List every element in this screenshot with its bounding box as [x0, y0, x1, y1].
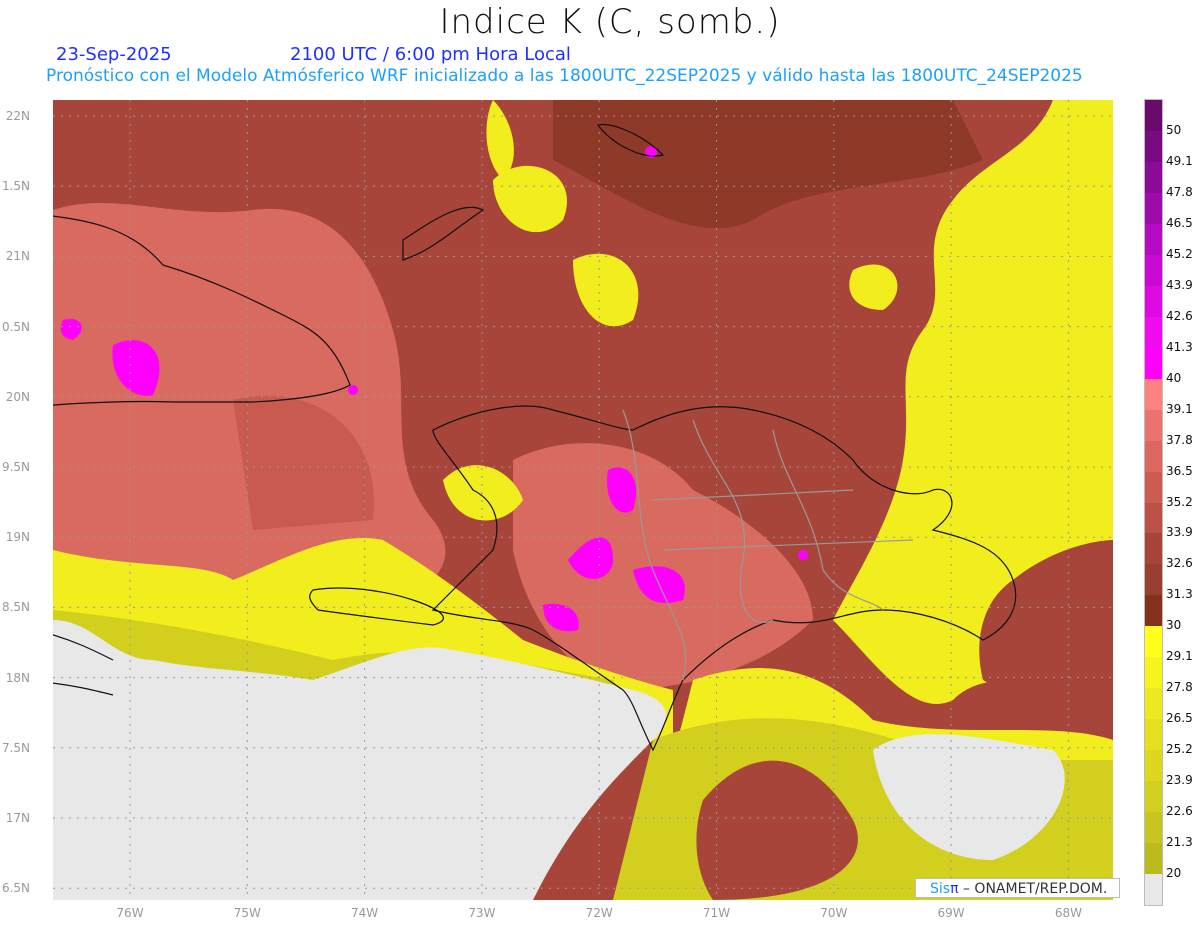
colorbar-frame: [1144, 99, 1163, 906]
brand-sis: Sis: [930, 881, 951, 897]
k-index-map: [53, 100, 1113, 900]
colorbar-label: 40: [1166, 370, 1182, 385]
lat-label: 21N: [5, 249, 30, 264]
colorbar-label: 26.5: [1166, 711, 1193, 726]
colorbar-label: 29.1: [1166, 649, 1193, 664]
lon-label: 75W: [233, 906, 261, 920]
lat-label: 8.5N: [1, 600, 30, 615]
lon-label: 74W: [351, 906, 379, 920]
colorbar-label: 41.3: [1166, 339, 1193, 354]
colorbar-label: 39.1: [1166, 401, 1193, 416]
colorbar-label: 46.5: [1166, 215, 1193, 230]
lon-label: 69W: [937, 906, 965, 920]
lon-label: 76W: [116, 906, 144, 920]
colorbar-label: 35.2: [1166, 494, 1193, 509]
lat-label: 7.5N: [1, 740, 30, 755]
colorbar-label: 49.1: [1166, 153, 1193, 168]
colorbar-label: 45.2: [1166, 246, 1193, 261]
colorbar-label: 21.3: [1166, 835, 1193, 850]
colorbar-label: 33.9: [1166, 525, 1193, 540]
colorbar-label: 50: [1166, 122, 1182, 137]
colorbar-label: 42.6: [1166, 308, 1193, 323]
lat-label: 0.5N: [1, 319, 30, 334]
model-info: Pronóstico con el Modelo Atmósferico WRF…: [46, 66, 1083, 86]
colorbar-label: 23.9: [1166, 773, 1193, 788]
colorbar-label: 32.6: [1166, 556, 1193, 571]
forecast-time: 2100 UTC / 6:00 pm Hora Local: [290, 44, 571, 65]
colorbar-label: 43.9: [1166, 277, 1193, 292]
lat-label: 18N: [5, 670, 30, 685]
lat-label: 17N: [5, 811, 30, 825]
lat-label: 6.5N: [1, 881, 30, 896]
colorbar-label: 30: [1166, 618, 1182, 633]
lat-label: 22N: [5, 109, 30, 123]
colorbar-label: 36.5: [1166, 463, 1193, 478]
map-title: Indice K (C, somb.): [439, 2, 781, 42]
lat-label: 19N: [5, 530, 30, 545]
lon-label: 73W: [468, 906, 496, 920]
forecast-date: 23-Sep-2025: [56, 44, 172, 65]
lon-label: 68W: [1054, 906, 1082, 920]
brand-pi: π: [950, 881, 959, 897]
colorbar-label: 25.2: [1166, 742, 1193, 757]
colorbar-label: 47.8: [1166, 184, 1193, 199]
colorbar-label: 31.3: [1166, 587, 1193, 602]
credit-box: Sisπ – ONAMET/REP.DOM.: [915, 878, 1120, 898]
lon-label: 70W: [820, 906, 848, 920]
agency-label: – ONAMET/REP.DOM.: [962, 881, 1108, 897]
lon-label: 72W: [585, 906, 613, 920]
colorbar-label: 37.8: [1166, 432, 1193, 447]
lon-label: 71W: [702, 906, 731, 920]
colorbar-label: 27.8: [1166, 680, 1193, 695]
colorbar-label: 22.6: [1166, 804, 1193, 819]
lat-label: 20N: [5, 389, 30, 404]
lat-label: 9.5N: [1, 460, 30, 474]
colorbar-label: 20: [1166, 866, 1182, 881]
lat-label: 1.5N: [1, 179, 30, 194]
